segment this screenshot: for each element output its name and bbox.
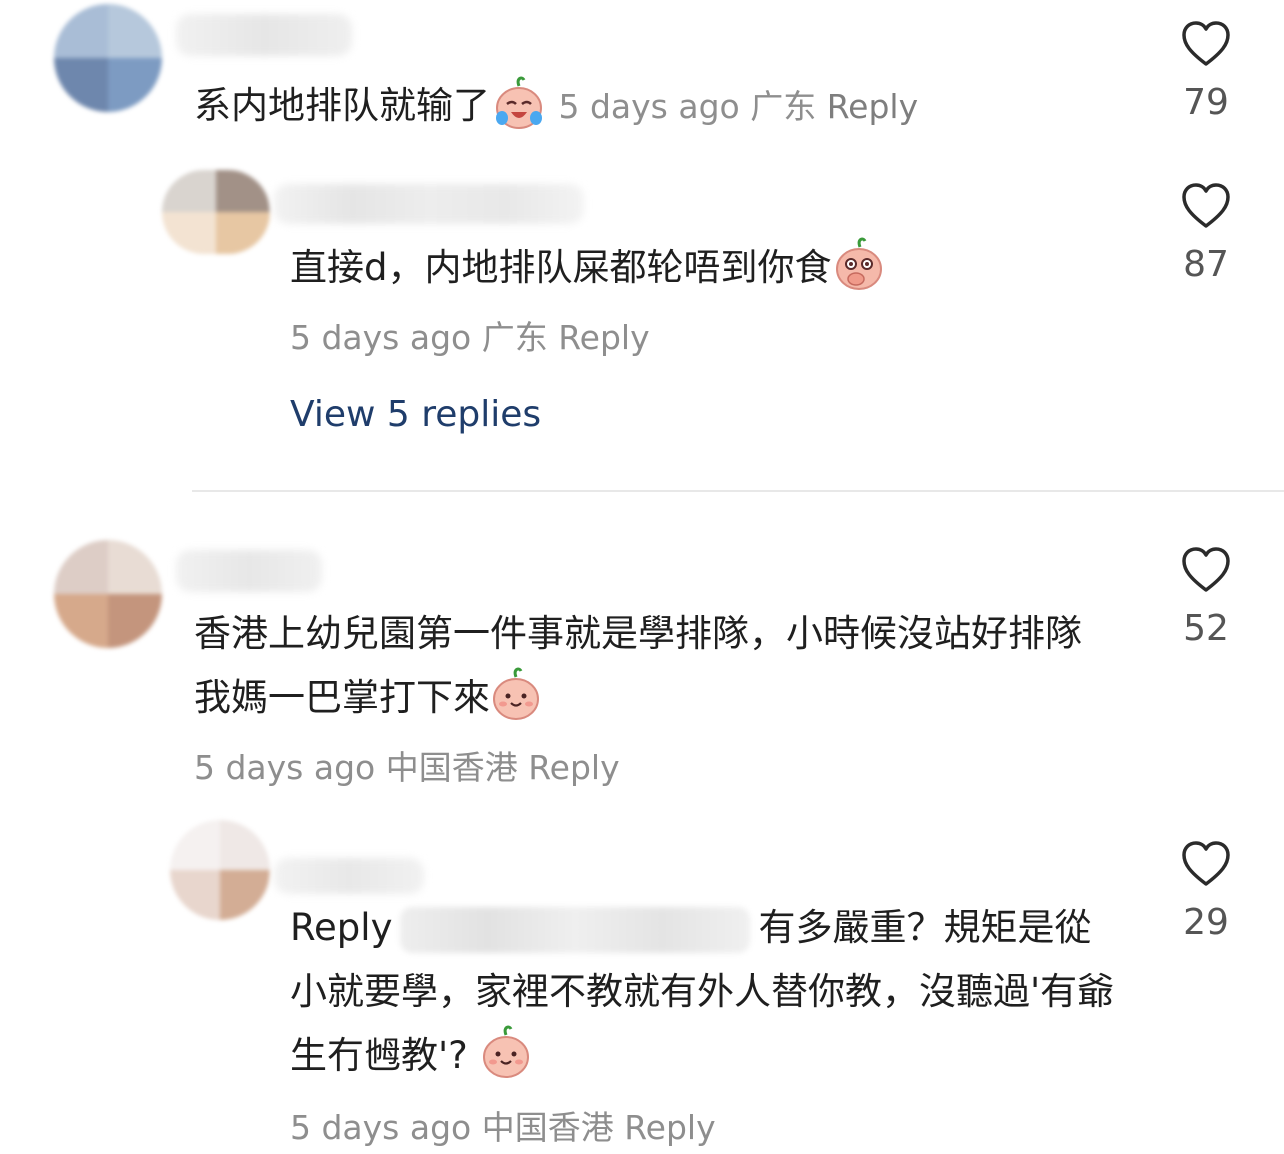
view-replies-link[interactable]: View 5 replies <box>290 394 541 435</box>
like-count: 29 <box>1183 902 1229 943</box>
avatar[interactable] <box>162 170 270 254</box>
smiling-peach-emoji <box>490 667 542 723</box>
avatar[interactable] <box>54 4 162 112</box>
like-count: 87 <box>1183 244 1229 285</box>
comment-text: Reply 有多嚴重？規矩是從小就要學，家裡不教就有外人替你教，沒聽過'有爺生冇乸… <box>290 896 1120 1088</box>
like-button[interactable]: 79 <box>1166 20 1246 123</box>
reply-prefix: Reply <box>290 906 393 949</box>
username-censored[interactable] <box>176 14 352 56</box>
heart-outline-icon <box>1182 547 1230 592</box>
shocked-peach-emoji <box>832 237 886 293</box>
avatar[interactable] <box>54 540 162 648</box>
like-button[interactable]: 52 <box>1166 546 1246 649</box>
heart-outline-icon <box>1182 183 1230 228</box>
reply-button[interactable]: Reply <box>827 87 918 126</box>
smiling-peach-emoji <box>480 1025 532 1081</box>
comment-text: 系内地排队就输了 5 days ago 广东 Reply <box>194 74 918 139</box>
crying-laughing-peach-emoji <box>490 74 548 132</box>
reply-button[interactable]: Reply <box>624 1108 715 1147</box>
comment-meta: 5 days ago 广东 Reply <box>558 87 919 126</box>
like-count: 52 <box>1183 608 1229 649</box>
heart-outline-icon <box>1182 21 1230 66</box>
mention-censored[interactable] <box>400 906 751 953</box>
comment-meta: 5 days ago 中国香港 Reply <box>194 748 620 787</box>
avatar[interactable] <box>170 820 270 920</box>
comment-text: 香港上幼兒園第一件事就是學排隊，小時候沒站好排隊我媽一巴掌打下來 <box>194 602 1114 730</box>
heart-outline-icon <box>1182 841 1230 886</box>
username-censored[interactable] <box>274 858 424 894</box>
like-button[interactable]: 29 <box>1166 840 1246 943</box>
thread-divider <box>192 490 1284 492</box>
username-censored[interactable] <box>176 550 322 592</box>
like-button[interactable]: 87 <box>1166 182 1246 285</box>
comment-meta: 5 days ago 中国香港 Reply <box>290 1108 716 1147</box>
username-censored[interactable] <box>274 184 584 224</box>
comment-meta: 5 days ago 广东 Reply <box>290 318 650 357</box>
reply-button[interactable]: Reply <box>528 748 619 787</box>
comment-thread: 系内地排队就输了 5 days ago 广东 Reply 79 直接d，内地排队… <box>0 0 1284 1154</box>
like-count: 79 <box>1183 82 1229 123</box>
reply-button[interactable]: Reply <box>558 318 649 357</box>
comment-text: 直接d，内地排队屎都轮唔到你食 <box>290 236 886 300</box>
